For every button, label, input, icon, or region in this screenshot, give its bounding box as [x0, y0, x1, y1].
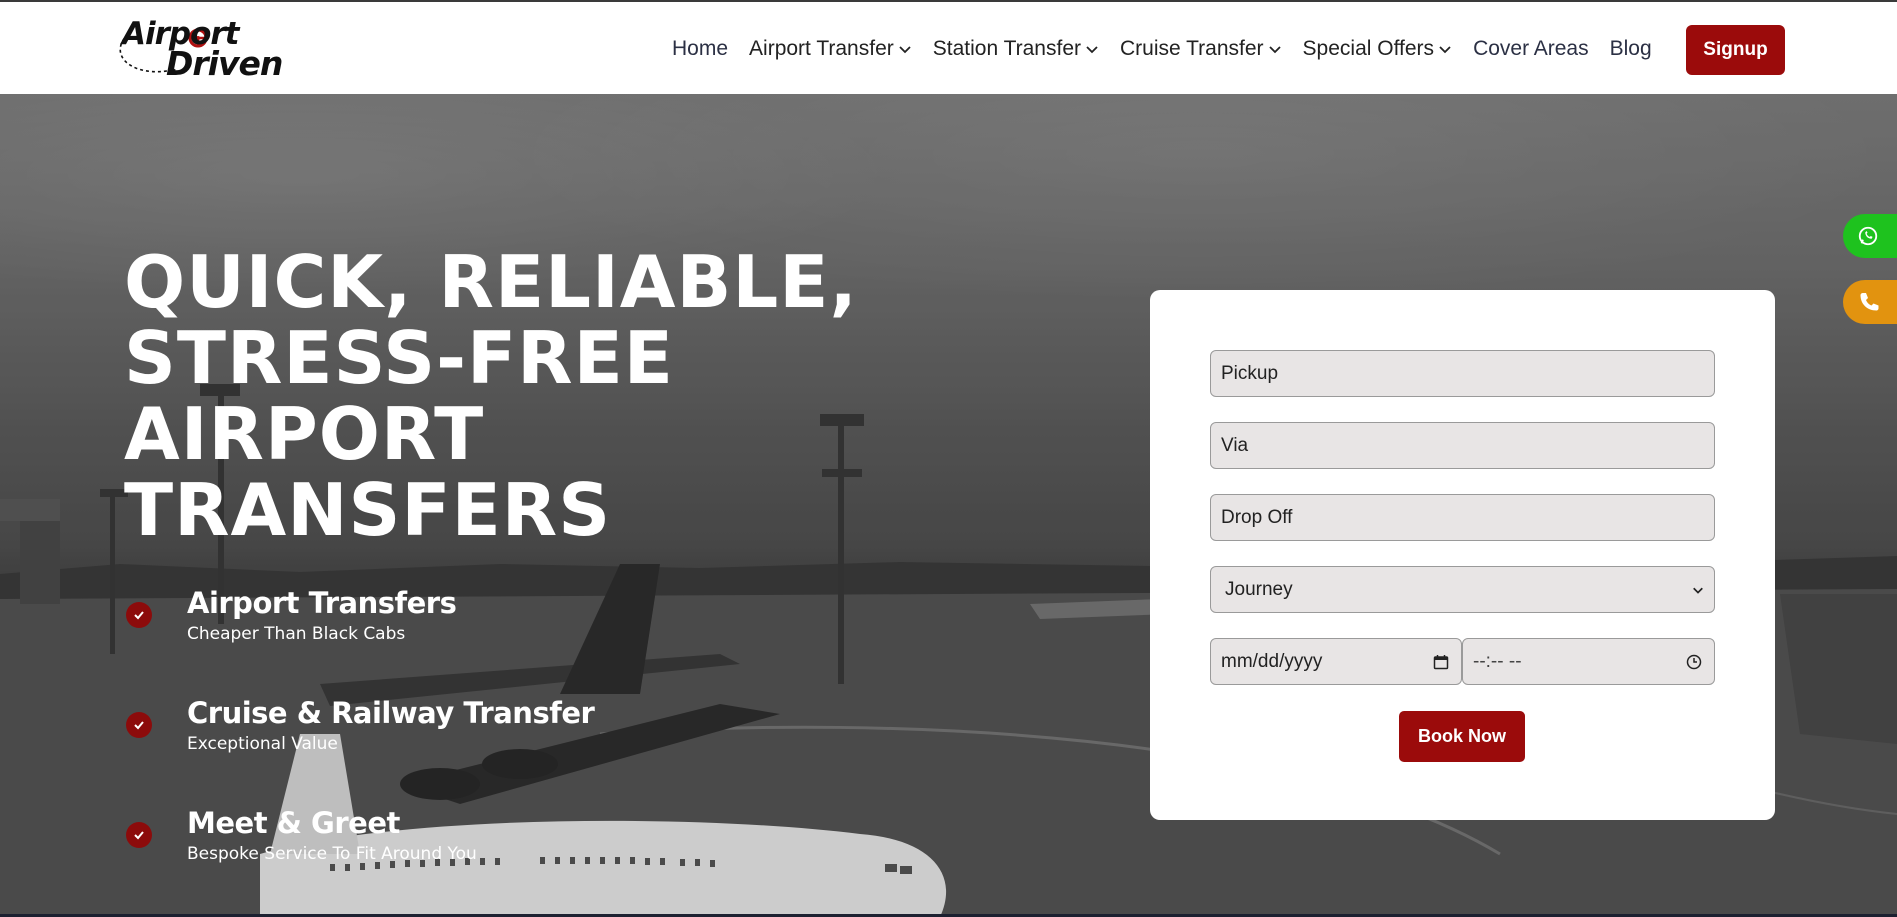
nav-item-cruise-transfer[interactable]: Cruise Transfer	[1120, 37, 1282, 61]
nav-item-airport-transfer[interactable]: Airport Transfer	[749, 37, 912, 61]
nav-item-special-offers[interactable]: Special Offers	[1303, 37, 1453, 61]
chevron-down-icon	[1439, 46, 1451, 54]
feature-subtitle: Cheaper Than Black Cabs	[187, 624, 406, 644]
nav-item-label: Special Offers	[1302, 37, 1435, 60]
chevron-down-icon	[1086, 46, 1098, 54]
time-input-placeholder: --:-- --	[1473, 650, 1522, 672]
feature-title: Airport Transfers	[187, 586, 457, 620]
calendar-icon[interactable]	[1433, 654, 1449, 670]
chevron-down-icon	[1693, 587, 1703, 594]
hero-headline: QUICK, RELIABLE, STRESS-FREE AIRPORT TRA…	[124, 244, 858, 548]
feature-title: Meet & Greet	[187, 806, 400, 840]
hero-headline-line: TRANSFERS	[124, 468, 612, 552]
nav-item-label: Blog	[1609, 37, 1652, 60]
signup-button[interactable]: Signup	[1686, 25, 1785, 75]
hero-headline-line: AIRPORT	[124, 392, 485, 476]
booking-form-card: Pickup Via Drop Off Journey mm/dd/yyyy -…	[1150, 290, 1775, 820]
journey-select[interactable]: Journey	[1210, 566, 1715, 613]
chevron-down-icon	[899, 46, 911, 54]
feature-title: Cruise & Railway Transfer	[187, 696, 595, 730]
hero-headline-line: STRESS-FREE	[124, 316, 674, 400]
date-input[interactable]: mm/dd/yyyy	[1210, 638, 1462, 685]
book-now-button[interactable]: Book Now	[1399, 711, 1525, 762]
phone-icon	[1860, 293, 1879, 311]
check-icon	[126, 822, 152, 848]
hero-headline-line: QUICK, RELIABLE,	[124, 240, 858, 324]
site-logo[interactable]: Airport Driven	[114, 16, 294, 84]
feature-subtitle: Exceptional Value	[187, 734, 338, 754]
nav-item-home[interactable]: Home	[672, 37, 728, 61]
nav-item-label: Cruise Transfer	[1120, 37, 1264, 60]
phone-button[interactable]	[1843, 280, 1897, 324]
nav-item-label: Cover Areas	[1473, 37, 1589, 60]
nav-item-label: Station Transfer	[932, 37, 1081, 60]
time-input[interactable]: --:-- --	[1462, 638, 1715, 685]
date-input-placeholder: mm/dd/yyyy	[1221, 650, 1323, 672]
pickup-input[interactable]: Pickup	[1210, 350, 1715, 397]
hero-section: QUICK, RELIABLE, STRESS-FREE AIRPORT TRA…	[0, 94, 1897, 917]
nav-item-label: Home	[672, 37, 729, 60]
journey-select-value: Journey	[1225, 578, 1293, 600]
clock-icon[interactable]	[1686, 654, 1702, 670]
chevron-down-icon	[1268, 46, 1281, 54]
site-header: Airport Driven Home Airport Transfer Sta…	[0, 0, 1897, 94]
check-icon	[126, 602, 152, 628]
nav-item-label: Airport Transfer	[749, 37, 894, 60]
via-input[interactable]: Via	[1210, 422, 1715, 469]
nav-item-station-transfer[interactable]: Station Transfer	[933, 37, 1099, 61]
nav-item-blog[interactable]: Blog	[1610, 37, 1652, 61]
whatsapp-button[interactable]	[1843, 214, 1897, 258]
feature-subtitle: Bespoke Service To Fit Around You	[187, 844, 477, 864]
whatsapp-icon	[1858, 226, 1878, 246]
nav-item-cover-areas[interactable]: Cover Areas	[1473, 37, 1589, 61]
main-nav: Home Airport Transfer Station Transfer C…	[672, 2, 1673, 96]
logo-text-line2: Driven	[166, 44, 283, 83]
dropoff-input[interactable]: Drop Off	[1210, 494, 1715, 541]
check-icon	[126, 712, 152, 738]
